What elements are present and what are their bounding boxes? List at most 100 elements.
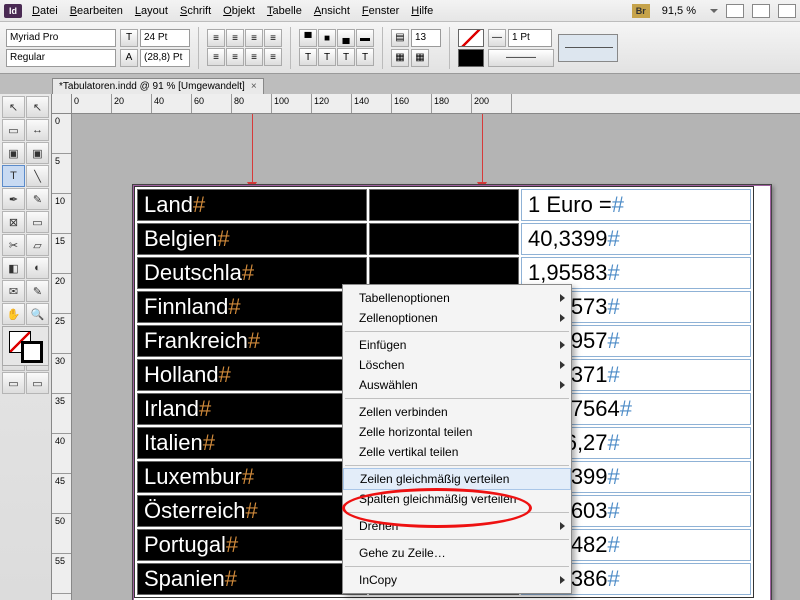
rectangle-frame-tool-icon[interactable]: ⊠ [2, 211, 25, 233]
submenu-arrow-icon [560, 381, 565, 389]
view-mode-2-icon[interactable] [752, 4, 770, 18]
document-tab-title: *Tabulatoren.indd @ 91 % [Umgewandelt] [59, 81, 245, 92]
submenu-arrow-icon [560, 314, 565, 322]
eyedropper-tool-icon[interactable]: ✎ [26, 280, 49, 302]
context-menu-item[interactable]: Gehe zu Zeile… [343, 543, 571, 563]
cell-bottom-icon[interactable]: ▄ [337, 29, 355, 47]
menu-hilfe[interactable]: Hilfe [411, 5, 433, 17]
rows-input[interactable] [411, 29, 441, 47]
content-collector-icon[interactable]: ▣ [2, 142, 25, 164]
view-mode-3-icon[interactable] [778, 4, 796, 18]
context-menu-item[interactable]: Einfügen [343, 335, 571, 355]
zoom-dropdown-icon[interactable] [710, 9, 718, 13]
menu-datei[interactable]: Datei [32, 5, 58, 17]
selection-tool-icon[interactable]: ↖ [2, 96, 25, 118]
hand-tool-icon[interactable]: ✋ [2, 303, 25, 325]
font-size-icon: T [120, 29, 138, 47]
align-justify-left-icon[interactable]: ≡ [207, 48, 225, 66]
menu-layout[interactable]: Layout [135, 5, 168, 17]
rotate-90-icon[interactable]: T [318, 48, 336, 66]
context-menu-item[interactable]: Spalten gleichmäßig verteilen [343, 489, 571, 509]
pencil-tool-icon[interactable]: ✎ [26, 188, 49, 210]
zoom-tool-icon[interactable]: 🔍 [26, 303, 49, 325]
gap-tool-icon[interactable]: ↔ [26, 119, 49, 141]
align-justify-icon[interactable]: ≡ [264, 29, 282, 47]
content-placer-icon[interactable]: ▣ [26, 142, 49, 164]
document-area[interactable]: 020406080100120140160180200 051015202530… [52, 94, 800, 600]
menu-tabelle[interactable]: Tabelle [267, 5, 302, 17]
vertical-ruler[interactable]: 0510152025303540455055 [52, 114, 72, 600]
paragraph-align-group: ≡ ≡ ≡ ≡ ≡ ≡ ≡ ≡ [207, 29, 282, 66]
type-tool-icon[interactable]: T [2, 165, 25, 187]
direct-selection-tool-icon[interactable]: ↖ [26, 96, 49, 118]
rotate-180-icon[interactable]: T [337, 48, 355, 66]
zoom-level[interactable]: 91,5 % [658, 5, 700, 17]
pen-tool-icon[interactable]: ✒ [2, 188, 25, 210]
rectangle-tool-icon[interactable]: ▭ [26, 211, 49, 233]
gradient-tool-icon[interactable]: ◧ [2, 257, 25, 279]
context-menu-item[interactable]: Zellen verbinden [343, 402, 571, 422]
context-menu-item[interactable]: Auswählen [343, 375, 571, 395]
align-left-icon[interactable]: ≡ [207, 29, 225, 47]
menu-separator [345, 539, 569, 540]
submenu-arrow-icon [560, 361, 565, 369]
cell-justify-icon[interactable]: ▬ [356, 29, 374, 47]
stroke-proxy-icon[interactable] [558, 34, 618, 62]
context-menu-item[interactable]: Zelle horizontal teilen [343, 422, 571, 442]
table-row[interactable]: Belgien#40,3399# [137, 223, 751, 255]
align-towards-spine-icon[interactable]: ≡ [264, 48, 282, 66]
menu-bearbeiten[interactable]: Bearbeiten [70, 5, 123, 17]
bridge-icon[interactable]: Br [632, 4, 650, 18]
gradient-feather-tool-icon[interactable]: ◐ [26, 257, 49, 279]
leading-input[interactable] [140, 49, 190, 67]
app-logo-icon: Id [4, 4, 22, 18]
menu-fenster[interactable]: Fenster [362, 5, 399, 17]
line-tool-icon[interactable]: ╲ [26, 165, 49, 187]
context-menu-item[interactable]: Drehen [343, 516, 571, 536]
split-cells-icon[interactable]: ▦ [411, 49, 429, 67]
font-size-input[interactable] [140, 29, 190, 47]
context-menu-item[interactable]: Zellenoptionen [343, 308, 571, 328]
stroke-weight-input[interactable] [508, 29, 552, 47]
align-right-icon[interactable]: ≡ [245, 29, 263, 47]
merge-cells-icon[interactable]: ▦ [391, 49, 409, 67]
fill-none-swatch[interactable] [458, 29, 484, 47]
menu-ansicht[interactable]: Ansicht [314, 5, 350, 17]
preview-view-icon[interactable]: ▭ [26, 372, 49, 394]
cell-middle-icon[interactable]: ■ [318, 29, 336, 47]
fill-stroke-proxy[interactable] [2, 326, 49, 366]
menu-objekt[interactable]: Objekt [223, 5, 255, 17]
context-menu-item[interactable]: Tabellenoptionen [343, 288, 571, 308]
context-menu-item[interactable]: InCopy [343, 570, 571, 590]
document-tab[interactable]: *Tabulatoren.indd @ 91 % [Umgewandelt] × [52, 78, 264, 94]
rotate-270-icon[interactable]: T [356, 48, 374, 66]
context-menu-item[interactable]: Löschen [343, 355, 571, 375]
view-mode-1-icon[interactable] [726, 4, 744, 18]
horizontal-ruler[interactable]: 020406080100120140160180200 [72, 94, 800, 114]
rotate-0-icon[interactable]: T [299, 48, 317, 66]
stroke-style-icon[interactable]: ——— [488, 49, 554, 67]
leading-icon: A [120, 49, 138, 67]
menu-separator [345, 398, 569, 399]
align-center-icon[interactable]: ≡ [226, 29, 244, 47]
close-tab-icon[interactable]: × [251, 81, 257, 92]
font-style-input[interactable] [6, 49, 116, 67]
menu-separator [345, 331, 569, 332]
normal-view-icon[interactable]: ▭ [2, 372, 25, 394]
note-tool-icon[interactable]: ✉ [2, 280, 25, 302]
font-family-input[interactable] [6, 29, 116, 47]
table-row[interactable]: Land#1 Euro =# [137, 189, 751, 221]
document-tab-bar: *Tabulatoren.indd @ 91 % [Umgewandelt] × [0, 74, 800, 94]
free-transform-tool-icon[interactable]: ▱ [26, 234, 49, 256]
page-tool-icon[interactable]: ▭ [2, 119, 25, 141]
ruler-origin[interactable] [52, 94, 72, 114]
context-menu-item[interactable]: Zelle vertikal teilen [343, 442, 571, 462]
menu-schrift[interactable]: Schrift [180, 5, 211, 17]
cell-top-icon[interactable]: ▀ [299, 29, 317, 47]
align-justify-right-icon[interactable]: ≡ [245, 48, 263, 66]
tool-panel: ↖ ↖ ▭ ↔ ▣ ▣ T ╲ ✒ ✎ ⊠ ▭ ✂ ▱ ◧ ◐ ✉ ✎ ✋ 🔍 … [0, 94, 52, 600]
scissors-tool-icon[interactable]: ✂ [2, 234, 25, 256]
fill-black-swatch[interactable] [458, 49, 484, 67]
align-justify-center-icon[interactable]: ≡ [226, 48, 244, 66]
context-menu-item[interactable]: Zeilen gleichmäßig verteilen [343, 468, 571, 490]
